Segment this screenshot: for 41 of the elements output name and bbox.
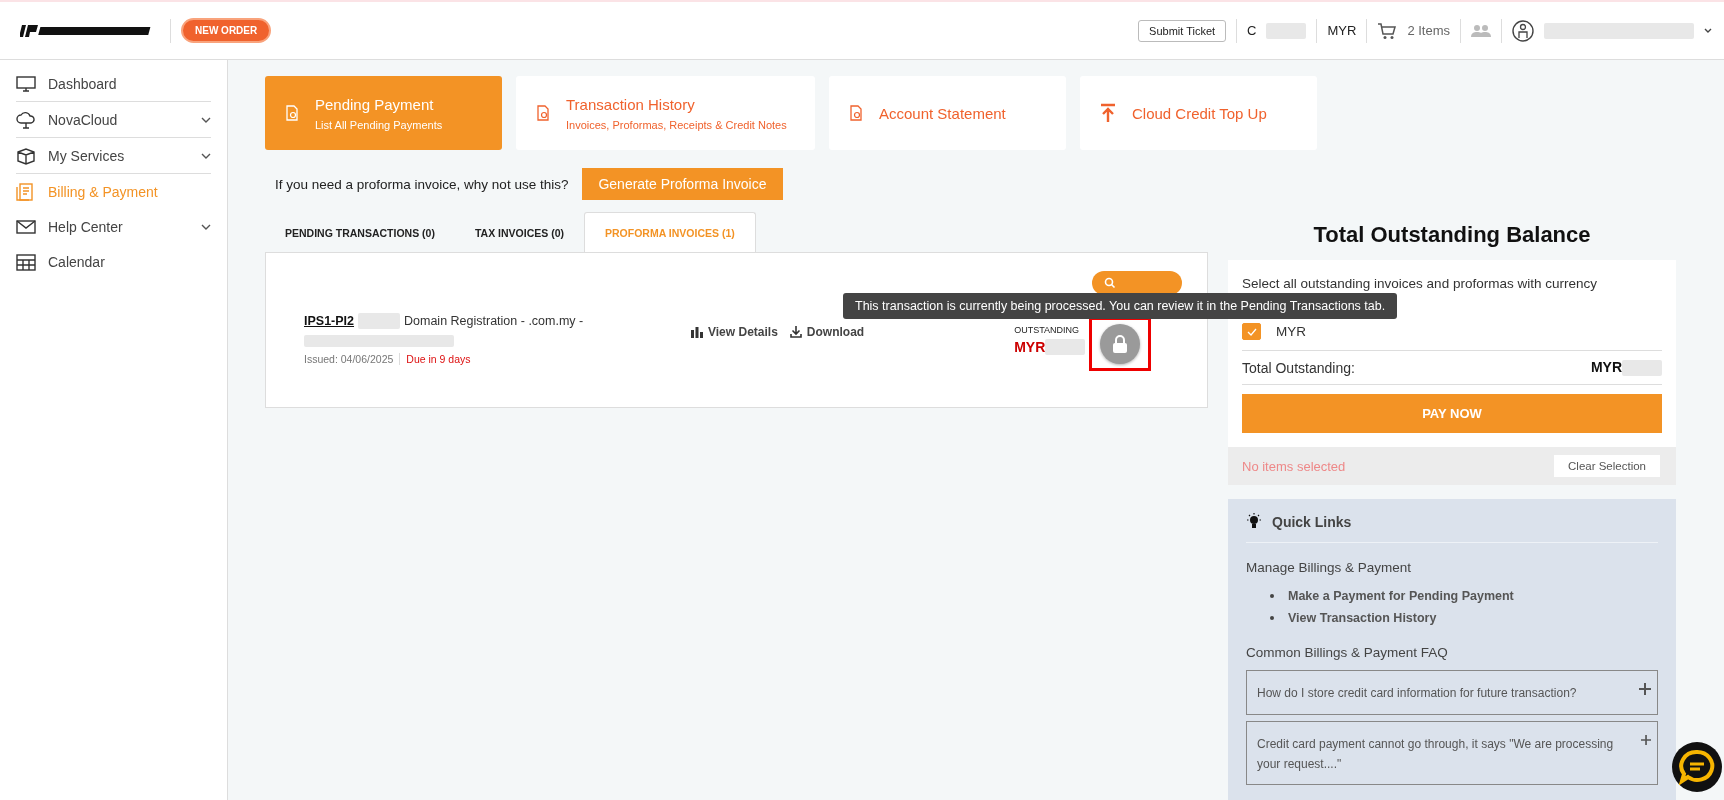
invoice-description: Domain Registration - .com.my - bbox=[404, 314, 584, 328]
sidebar-item[interactable]: Dashboard bbox=[16, 66, 211, 102]
card-title: Cloud Credit Top Up bbox=[1132, 104, 1267, 122]
total-label: Total Outstanding: bbox=[1242, 359, 1355, 376]
view-details-link[interactable]: View Details bbox=[691, 325, 778, 339]
faq-item[interactable]: How do I store credit card information for future transaction? bbox=[1246, 670, 1658, 715]
cart-count[interactable]: 2 Items bbox=[1407, 23, 1450, 38]
sidebar-item[interactable]: Help Center bbox=[16, 209, 211, 244]
account-name[interactable]: C bbox=[1247, 23, 1257, 38]
sidebar-item[interactable]: NovaCloud bbox=[16, 102, 211, 138]
outstanding-amount: MYR bbox=[1014, 339, 1046, 355]
card-title: Pending Payment bbox=[315, 95, 435, 113]
balance-title: Total Outstanding Balance bbox=[1312, 222, 1592, 248]
submit-ticket-button[interactable]: Submit Ticket bbox=[1138, 19, 1227, 42]
outstanding-label: OUTSTANDING bbox=[1014, 325, 1080, 335]
quick-links-title: Quick Links bbox=[1272, 513, 1352, 530]
issued-date: Issued: 04/06/2025 bbox=[304, 353, 394, 365]
card-title: Transaction History bbox=[566, 95, 696, 113]
quick-link[interactable]: View Transaction History bbox=[1288, 611, 1437, 626]
tab[interactable]: PENDING TRANSACTIONS (0) bbox=[265, 212, 455, 252]
clear-selection-button[interactable]: Clear Selection bbox=[1554, 455, 1660, 478]
currency-selector[interactable]: MYR bbox=[1327, 23, 1357, 38]
tab[interactable]: TAX INVOICES (0) bbox=[454, 212, 584, 252]
faq-item[interactable]: Credit card payment cannot go through, it says "We are processing your request...." bbox=[1246, 720, 1658, 786]
card-title: Account Statement bbox=[879, 104, 1006, 122]
currency-label: MYR bbox=[1276, 324, 1306, 339]
card-subtitle: Invoices, Proformas, Receipts & Credit Notes bbox=[566, 118, 787, 131]
due-text: Due in 9 days bbox=[399, 353, 471, 365]
section-heading: Common Billings & Payment FAQ bbox=[1246, 645, 1449, 661]
download-link[interactable]: Download bbox=[789, 325, 865, 339]
total-amount: MYR bbox=[1590, 359, 1622, 375]
invoice-number[interactable]: IPS1-PI2 bbox=[304, 314, 355, 328]
quick-link[interactable]: Make a Payment for Pending Payment bbox=[1288, 589, 1514, 604]
card-subtitle: List All Pending Payments bbox=[315, 118, 443, 131]
select-instructions: Select all outstanding invoices and proformas with currency bbox=[1242, 276, 1598, 291]
tooltip: This transaction is currently being processed. You can review it in the Pending Transactions tab. bbox=[843, 293, 1398, 319]
sidebar-item[interactable]: Calendar bbox=[16, 244, 211, 279]
section-heading: Manage Billings & Payment bbox=[1246, 560, 1413, 576]
selection-status: No items selected bbox=[1242, 458, 1346, 474]
prompt-text: If you need a proforma invoice, why not use this? bbox=[275, 176, 569, 192]
sidebar-item[interactable]: My Services bbox=[16, 138, 211, 174]
